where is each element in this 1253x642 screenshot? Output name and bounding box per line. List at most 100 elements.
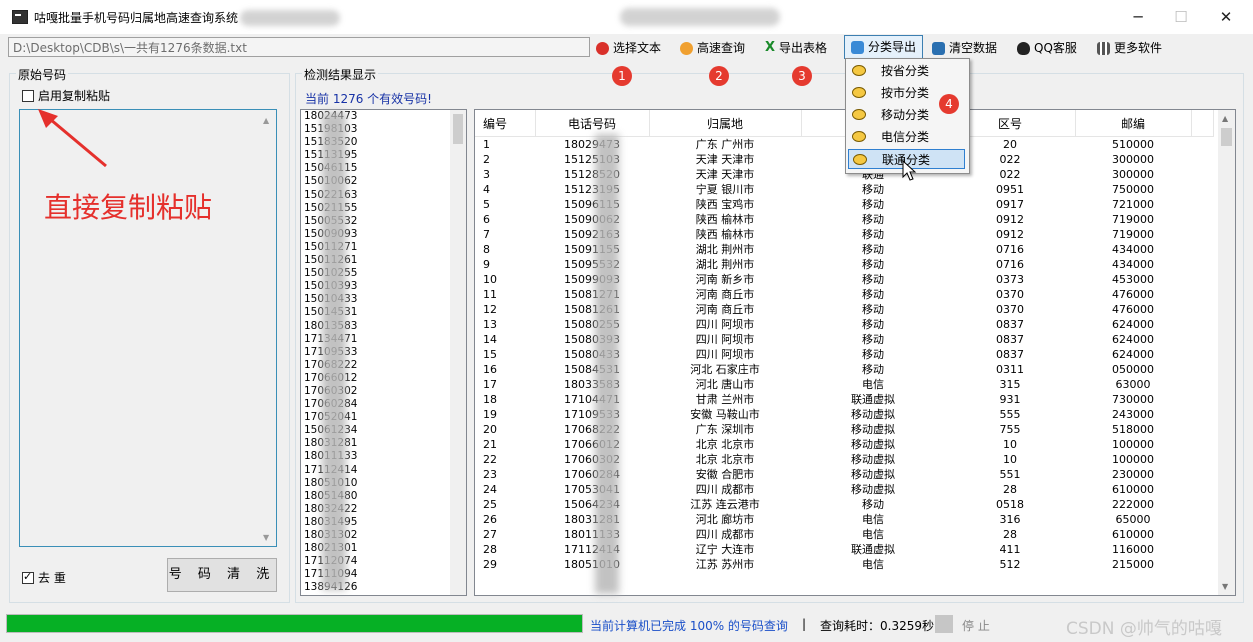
table-row[interactable]: 13 15080255 四川 阿坝市 移动 0837 624000 bbox=[475, 317, 1213, 332]
file-path-field[interactable]: D:\Desktop\CDB\s\一共有1276条数据.txt bbox=[8, 37, 590, 57]
number-list-item[interactable]: 18703338 bbox=[301, 594, 466, 595]
table-row[interactable]: 21 17066012 北京 北京市 移动虚拟 10 100000 bbox=[475, 437, 1213, 452]
table-cell: 9 bbox=[483, 258, 490, 271]
export-by-class-button[interactable]: 分类导出 bbox=[844, 35, 924, 59]
table-cell: 15096115 bbox=[564, 198, 620, 211]
table-cell: 湖北 荆州市 bbox=[695, 243, 755, 256]
table-row[interactable]: 215125103天津 天津市联通022300000 bbox=[475, 152, 1213, 167]
clear-data-button[interactable]: 清空数据 bbox=[932, 37, 997, 59]
table-cell: 17109533 bbox=[564, 408, 620, 421]
table-row[interactable]: 20 17068222 广东 深圳市 移动虚拟 755 518000 bbox=[475, 422, 1213, 437]
close-button[interactable]: ✕ bbox=[1203, 4, 1249, 30]
table-cell: 551 bbox=[999, 468, 1021, 481]
table-cell-filler bbox=[1191, 302, 1213, 317]
table-cell-filler bbox=[1191, 542, 1213, 557]
table-row[interactable]: 5 15096115 陕西 宝鸡市 移动 0917 721000 bbox=[475, 197, 1213, 212]
maximize-button[interactable]: ☐ bbox=[1158, 4, 1204, 30]
table-row[interactable]: 118029473广东 广州市移动20510000 bbox=[475, 137, 1213, 153]
menu-item-telecom[interactable]: 电信分类 bbox=[848, 127, 965, 147]
select-text-icon bbox=[596, 41, 609, 55]
table-row[interactable]: 26 18031281 河北 廊坊市 电信 316 65000 bbox=[475, 512, 1213, 527]
fast-query-button[interactable]: 高速查询 bbox=[680, 37, 745, 59]
select-text-button[interactable]: 选择文本 bbox=[596, 37, 661, 59]
table-row[interactable]: 19 17109533 安徽 马鞍山市 移动虚拟 555 243000 bbox=[475, 407, 1213, 422]
table-row[interactable]: 14 15080393 四川 阿坝市 移动 0837 624000 bbox=[475, 332, 1213, 347]
table-row[interactable]: 12 15081261 河南 商丘市 移动 0370 476000 bbox=[475, 302, 1213, 317]
table-cell: 15080255 bbox=[564, 318, 620, 331]
table-row[interactable]: 23 17060284 安徽 合肥市 移动虚拟 551 230000 bbox=[475, 467, 1213, 482]
scroll-up-icon[interactable]: ▲ bbox=[1222, 114, 1228, 123]
table-scrollbar[interactable]: ▲ ▼ bbox=[1218, 110, 1235, 595]
table-row[interactable]: 4 15123195 宁夏 银川市 移动 0951 750000 bbox=[475, 182, 1213, 197]
table-row[interactable]: 29 18051010 江苏 苏州市 电信 512 215000 bbox=[475, 557, 1213, 572]
table-cell-filler bbox=[1191, 437, 1213, 452]
table-row[interactable]: 8 15091155 湖北 荆州市 移动 0716 434000 bbox=[475, 242, 1213, 257]
table-row[interactable]: 15 15080433 四川 阿坝市 移动 0837 624000 bbox=[475, 347, 1213, 362]
menu-item-label: 按省分类 bbox=[881, 64, 930, 78]
table-scroll-thumb[interactable] bbox=[1221, 128, 1232, 146]
table-cell: 7 bbox=[483, 228, 490, 241]
table-cell: 510000 bbox=[1112, 138, 1154, 151]
paste-scrollbar[interactable]: ▲ ▼ bbox=[260, 110, 276, 546]
qq-service-button[interactable]: QQ客服 bbox=[1017, 37, 1077, 59]
progress-bar bbox=[6, 614, 583, 633]
table-row[interactable]: 17 18033583 河北 唐山市 电信 315 63000 bbox=[475, 377, 1213, 392]
table-row[interactable]: 16 15084531 河北 石家庄市 移动 0311 050000 bbox=[475, 362, 1213, 377]
table-row[interactable]: 18 17104471 甘肃 兰州市 联通虚拟 931 730000 bbox=[475, 392, 1213, 407]
table-row[interactable]: 25 15064234 江苏 连云港市 移动 0518 222000 bbox=[475, 497, 1213, 512]
table-cell: 15123195 bbox=[564, 183, 620, 196]
number-list-thumb[interactable] bbox=[453, 114, 463, 144]
menu-item-by-province[interactable]: 按省分类 bbox=[848, 61, 965, 81]
export-table-button[interactable]: X 导出表格 bbox=[765, 37, 827, 59]
paste-textarea[interactable]: ▲ ▼ bbox=[19, 109, 277, 547]
scroll-down-icon[interactable]: ▼ bbox=[263, 533, 269, 542]
table-cell: 移动虚拟 bbox=[851, 483, 895, 496]
folder-icon bbox=[852, 65, 866, 76]
column-header[interactable]: 电话号码 bbox=[535, 110, 650, 137]
more-software-button[interactable]: 更多软件 bbox=[1097, 37, 1162, 59]
table-cell: 11 bbox=[483, 288, 497, 301]
table-row[interactable]: 6 15090062 陕西 榆林市 移动 0912 719000 bbox=[475, 212, 1213, 227]
table-cell: 电信 bbox=[862, 528, 884, 541]
table-cell: 0311 bbox=[996, 363, 1024, 376]
enable-paste-checkbox[interactable] bbox=[22, 89, 34, 102]
table-body: 118029473广东 广州市移动20510000215125103天津 天津市… bbox=[475, 137, 1213, 573]
table-cell: 316 bbox=[999, 513, 1021, 526]
stop-button[interactable]: 停 止 bbox=[935, 613, 993, 635]
table-row[interactable]: 24 17053041 四川 成都市 移动虚拟 28 610000 bbox=[475, 482, 1213, 497]
table-row[interactable]: 7 15092163 陕西 榆林市 移动 0912 719000 bbox=[475, 227, 1213, 242]
table-cell: 624000 bbox=[1112, 348, 1154, 361]
dedup-option[interactable]: 去 重 bbox=[22, 569, 66, 586]
table-row[interactable]: 11 15081271 河南 商丘市 移动 0370 476000 bbox=[475, 287, 1213, 302]
column-header[interactable]: 编号 bbox=[475, 110, 536, 137]
step-marker-2: 2 bbox=[709, 66, 729, 86]
enable-paste-option[interactable]: 启用复制粘贴 bbox=[22, 87, 110, 104]
number-wash-button[interactable]: 号 码 清 洗 bbox=[167, 558, 277, 592]
results-table[interactable]: 编号电话号码归属地运营商区号邮编 118029473广东 广州市移动205100… bbox=[474, 109, 1236, 596]
number-list-scrollbar[interactable] bbox=[450, 110, 466, 595]
table-cell: 0716 bbox=[996, 243, 1024, 256]
column-header[interactable]: 邮编 bbox=[1075, 110, 1192, 137]
table-row[interactable]: 9 15095532 湖北 荆州市 移动 0716 434000 bbox=[475, 257, 1213, 272]
table-cell-filler bbox=[1191, 407, 1213, 422]
scroll-down-icon[interactable]: ▼ bbox=[1222, 582, 1228, 591]
table-cell: 15 bbox=[483, 348, 497, 361]
table-cell: 河北 廊坊市 bbox=[695, 513, 755, 526]
table-cell: 453000 bbox=[1112, 273, 1154, 286]
table-row[interactable]: 22 17060302 北京 北京市 移动虚拟 10 100000 bbox=[475, 452, 1213, 467]
scroll-up-icon[interactable]: ▲ bbox=[263, 116, 269, 125]
table-row[interactable]: 10 15099093 河南 新乡市 移动 0373 453000 bbox=[475, 272, 1213, 287]
dedup-checkbox[interactable] bbox=[22, 570, 34, 584]
table-row[interactable]: 27 18011133 四川 成都市 电信 28 610000 bbox=[475, 527, 1213, 542]
column-header[interactable]: 归属地 bbox=[649, 110, 802, 137]
step-marker-3: 3 bbox=[792, 66, 812, 86]
table-cell-filler bbox=[1191, 137, 1213, 153]
step-marker-4: 4 bbox=[939, 94, 959, 114]
table-cell: 26 bbox=[483, 513, 497, 526]
table-cell: 624000 bbox=[1112, 318, 1154, 331]
table-cell: 移动虚拟 bbox=[851, 468, 895, 481]
table-row[interactable]: 28 17112414 辽宁 大连市 联通虚拟 411 116000 bbox=[475, 542, 1213, 557]
minimize-button[interactable]: ─ bbox=[1115, 4, 1161, 30]
export-class-menu: 按省分类 按市分类 移动分类 电信分类 联通分类 bbox=[845, 58, 970, 174]
table-row[interactable]: 3 15128520 天津 天津市 联通 022 300000 bbox=[475, 167, 1213, 182]
